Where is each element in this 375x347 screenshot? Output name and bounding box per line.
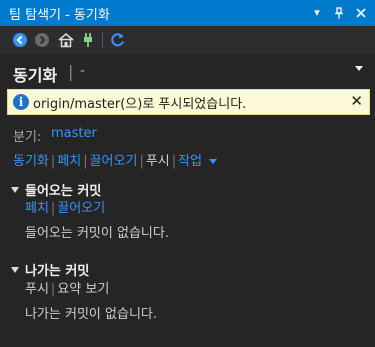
action-links: 동기화 | 페치 | 끌어오기 | 푸시 | 작업 bbox=[13, 150, 218, 169]
incoming-pull-link[interactable]: 끌어오기 bbox=[57, 201, 105, 216]
window-title: 팀 탐색기 - 동기화 bbox=[9, 8, 110, 23]
link-divider: | bbox=[50, 201, 56, 216]
branch-link[interactable]: master bbox=[51, 126, 97, 141]
actions-dropdown[interactable]: 작업 bbox=[178, 150, 202, 169]
pull-link[interactable]: 끌어오기 bbox=[90, 150, 138, 169]
incoming-fetch-link[interactable]: 페치 bbox=[25, 201, 49, 216]
window-menu-icon[interactable]: ▾ bbox=[309, 2, 325, 24]
notification-message: origin/master(으)로 푸시되었습니다. bbox=[33, 97, 247, 112]
notification-bar: i origin/master(으)로 푸시되었습니다. ✕ bbox=[7, 89, 370, 115]
collapse-triangle-icon[interactable] bbox=[11, 266, 19, 273]
incoming-links: 페치 | 끌어오기 bbox=[25, 197, 105, 216]
forward-icon[interactable] bbox=[33, 31, 51, 49]
refresh-icon[interactable] bbox=[109, 31, 127, 49]
title-bar: 팀 탐색기 - 동기화 ▾ bbox=[0, 0, 375, 26]
sync-link[interactable]: 동기화 bbox=[13, 150, 49, 169]
connect-icon[interactable] bbox=[79, 31, 97, 49]
push-label: 푸시 bbox=[145, 154, 170, 169]
page-title: 동기화 bbox=[13, 66, 58, 85]
page-menu-chevron-icon[interactable] bbox=[355, 66, 363, 71]
outgoing-empty-message: 나가는 커밋이 없습니다. bbox=[25, 307, 157, 322]
team-explorer-panel: 팀 탐색기 - 동기화 ▾ 동기화 | - i origin/master(으)… bbox=[0, 0, 375, 347]
home-icon[interactable] bbox=[57, 31, 75, 49]
close-window-icon[interactable] bbox=[353, 2, 369, 24]
link-divider: | bbox=[171, 154, 177, 169]
page-header: 동기화 | - bbox=[0, 54, 375, 90]
branch-label: 분기: bbox=[13, 130, 42, 145]
link-divider: | bbox=[83, 154, 88, 169]
view-summary-label: 요약 보기 bbox=[57, 282, 110, 297]
title-separator: | bbox=[68, 62, 74, 81]
collapse-triangle-icon[interactable] bbox=[11, 186, 19, 193]
link-divider: | bbox=[50, 282, 56, 297]
link-divider: | bbox=[50, 154, 56, 169]
toolbar bbox=[0, 26, 375, 54]
outgoing-commits-header[interactable]: 나가는 커밋 bbox=[11, 260, 89, 279]
fetch-link[interactable]: 페치 bbox=[57, 150, 81, 169]
link-divider: | bbox=[139, 154, 144, 169]
actions-chevron-down-icon[interactable] bbox=[209, 159, 218, 164]
incoming-empty-message: 들어오는 커밋이 없습니다. bbox=[25, 226, 169, 241]
close-notification-icon[interactable]: ✕ bbox=[350, 92, 363, 110]
info-icon: i bbox=[13, 94, 29, 110]
toolbar-separator bbox=[102, 32, 103, 48]
outgoing-commits-title: 나가는 커밋 bbox=[25, 264, 90, 279]
outgoing-links: 푸시 | 요약 보기 bbox=[25, 278, 109, 297]
page-subtitle: - bbox=[80, 63, 86, 79]
back-icon[interactable] bbox=[11, 31, 29, 49]
outgoing-push-label: 푸시 bbox=[25, 282, 49, 297]
pin-icon[interactable] bbox=[331, 2, 347, 24]
